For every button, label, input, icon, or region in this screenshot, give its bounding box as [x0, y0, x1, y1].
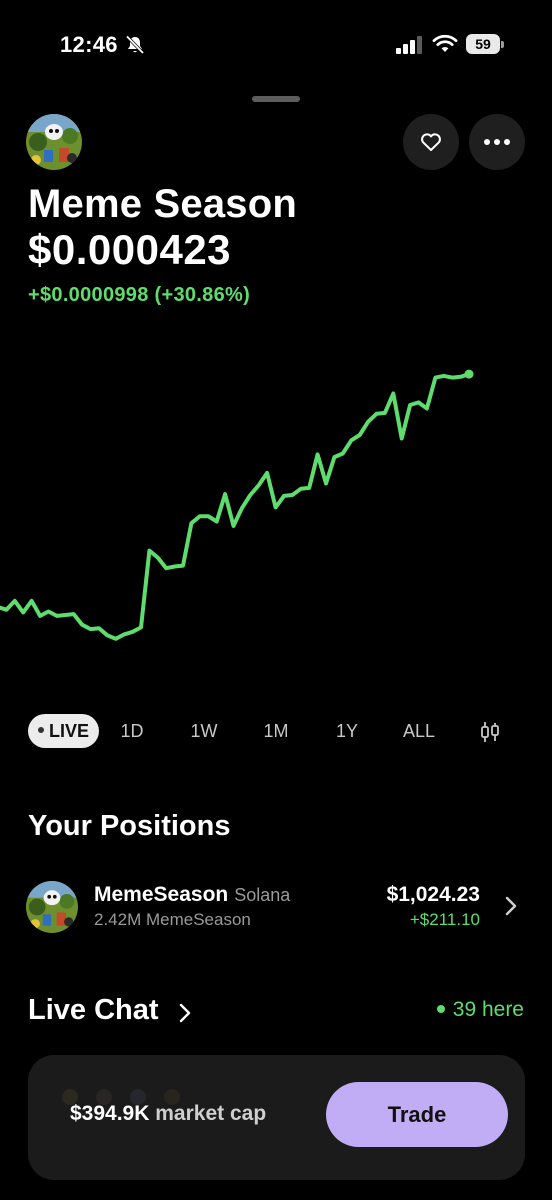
more-icon — [484, 139, 510, 145]
position-name: MemeSeason Solana — [94, 883, 290, 907]
bell-slash-icon — [125, 35, 145, 55]
online-count-label: 39 here — [452, 998, 524, 1021]
sheet-grabber[interactable] — [252, 96, 300, 102]
range-live-label: LIVE — [49, 721, 90, 741]
range-live[interactable]: LIVE — [28, 714, 100, 748]
meme-season-logo — [26, 114, 82, 170]
online-count: 39 here — [436, 998, 524, 1022]
position-chain: Solana — [234, 885, 291, 905]
wifi-icon — [432, 34, 458, 52]
position-token-logo — [26, 881, 78, 933]
candlestick-icon[interactable] — [478, 720, 502, 744]
price-change: +$0.0000998 (+30.86%) — [28, 284, 251, 306]
range-1w[interactable]: 1W — [182, 714, 226, 748]
live-chat-title[interactable]: Live Chat — [28, 994, 159, 1027]
position-value: $1,024.23 — [386, 883, 480, 906]
range-all[interactable]: ALL — [396, 714, 442, 748]
cellular-signal-icon — [396, 36, 422, 54]
trade-button[interactable]: Trade — [326, 1082, 508, 1147]
chevron-right-icon[interactable] — [178, 1001, 192, 1025]
position-gain: +$211.10 — [409, 910, 480, 929]
range-1d[interactable]: 1D — [112, 714, 152, 748]
chevron-right-icon — [505, 896, 517, 916]
range-1y[interactable]: 1Y — [328, 714, 366, 748]
battery-tip — [501, 41, 504, 48]
current-price-dot — [464, 369, 474, 379]
heart-icon — [421, 133, 441, 151]
market-cap: $394.9K market cap — [70, 1102, 266, 1126]
favorite-button[interactable] — [403, 114, 459, 170]
battery-level: 59 — [466, 34, 500, 54]
token-name: Meme Season — [28, 182, 297, 226]
online-dot — [436, 1005, 445, 1013]
position-row[interactable]: MemeSeason Solana 2.42M MemeSeason $1,024… — [26, 880, 526, 934]
battery-icon: 59 — [466, 34, 506, 56]
market-cap-value: $394.9K — [70, 1102, 150, 1125]
time-range-selector: LIVE 1D 1W 1M 1Y ALL — [0, 714, 552, 748]
status-time: 12:46 — [60, 32, 118, 57]
position-quantity: 2.42M MemeSeason — [94, 910, 251, 929]
token-price: $0.000423 — [28, 226, 232, 273]
market-cap-label: market cap — [155, 1102, 267, 1125]
trade-bar: $394.9K market cap Trade — [28, 1055, 525, 1180]
app-screen: 12:46 59 Meme Season $0.000423 +$0.00009… — [0, 0, 552, 1200]
range-1m[interactable]: 1M — [254, 714, 298, 748]
price-chart[interactable] — [0, 360, 552, 660]
position-token-name: MemeSeason — [94, 883, 229, 906]
live-dot — [38, 727, 44, 734]
price-line — [0, 372, 471, 641]
positions-title: Your Positions — [28, 810, 231, 842]
status-bar: 12:46 59 — [0, 30, 552, 62]
more-options-button[interactable] — [469, 114, 525, 170]
